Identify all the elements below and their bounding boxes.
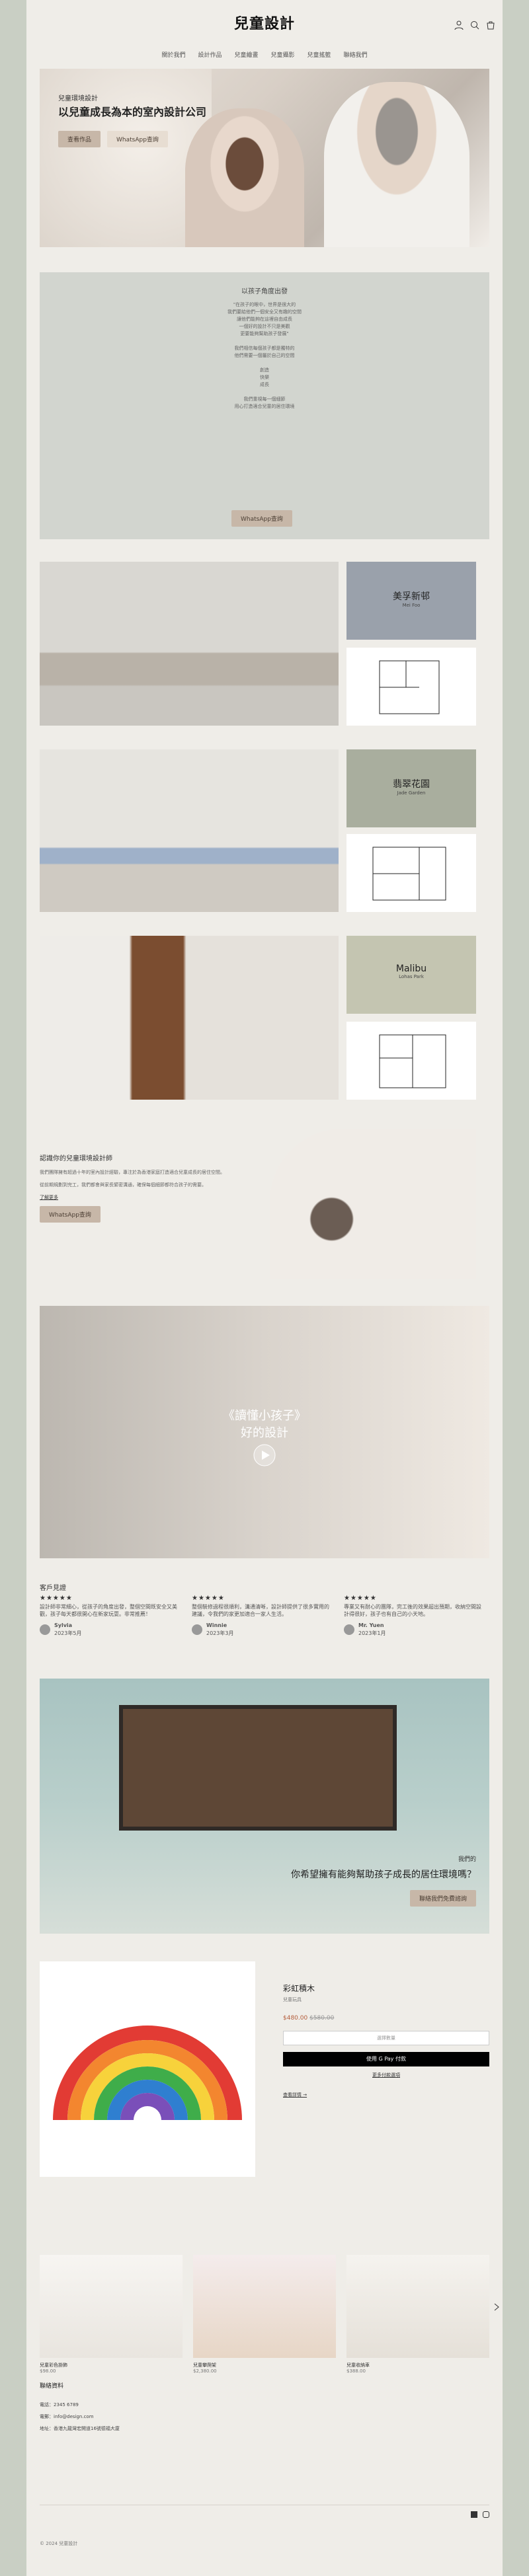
project-photo-3[interactable] [40, 936, 339, 1100]
learn-more-link[interactable]: 了解更多 [40, 1194, 251, 1201]
product-image [40, 1961, 255, 2177]
project-card-1[interactable]: 美孚新邨 Mei Foo [346, 562, 476, 640]
video-title: 《讀懂小孩子》 [223, 1409, 306, 1423]
project-photo-2[interactable] [40, 749, 339, 912]
project-sub: Lohas Park [399, 974, 424, 979]
hero-title: 以兒童成長為本的室內設計公司 [58, 106, 207, 118]
avatar [344, 1624, 354, 1635]
whatsapp-button[interactable]: WhatsApp查詢 [107, 131, 168, 147]
project-card-2[interactable]: 翡翠花園 Jade Garden [346, 749, 476, 827]
reviews-heading: 客戶見證 [40, 1585, 66, 1592]
product-category: 兒童玩具 [283, 1997, 302, 2002]
copyright: © 2024 兒童設計 [40, 2541, 78, 2546]
painting [119, 1705, 397, 1831]
hero-banner: 兒童環境設計 以兒童成長為本的室內設計公司 查看作品 WhatsApp查詢 [40, 69, 489, 247]
nav-item[interactable]: 兒童攝影 [271, 50, 295, 59]
footer-email[interactable]: 電郵：info@design.com [40, 2411, 120, 2423]
designer-photo [270, 1129, 476, 1279]
review-card: ★★★★★ 設計師非常細心，從孩子的角度出發，整個空間既安全又美觀，孩子每天都很… [40, 1595, 177, 1636]
product-price: $480.00 [283, 2015, 308, 2022]
related-product[interactable]: 兒童攀爬架 $2,380.00 [193, 2255, 336, 2374]
floorplan-2 [346, 834, 476, 912]
rainbow-illustration [53, 2026, 242, 2120]
gpay-button[interactable]: 使用 G Pay 付款 [283, 2052, 489, 2066]
avatar [40, 1624, 50, 1635]
product-title: 彩虹積木 [283, 1984, 315, 1993]
chevron-right-icon[interactable] [493, 2302, 500, 2312]
facebook-icon[interactable] [471, 2511, 477, 2518]
video-subtitle: 好的設計 [241, 1426, 288, 1440]
banner-contact-button[interactable]: 聯絡我們免費諮詢 [409, 1890, 476, 1907]
footer-heading: 聯絡資料 [40, 2383, 64, 2390]
product-info: 彩虹積木 兒童玩具 $480.00 $580.00 選擇數量 使用 G Pay … [283, 1983, 489, 2098]
more-payment-link[interactable]: 更多付款選項 [283, 2072, 489, 2078]
project-card-3[interactable]: Malibu Lohas Park [346, 936, 476, 1014]
project-name: 美孚新邨 [393, 591, 430, 602]
philosophy-heading: 以孩子角度出發 [241, 288, 288, 295]
project-name: 翡翠花園 [393, 779, 430, 790]
footer-phone[interactable]: 電話：2345 6789 [40, 2399, 120, 2411]
rating-stars: ★★★★★ [192, 1595, 225, 1602]
project-sub: Jade Garden [397, 790, 426, 796]
cta-banner: 我們的 你希望擁有能夠幫助孩子成長的居住環境嗎？ 聯絡我們免費諮詢 [40, 1679, 489, 1934]
review-card: ★★★★★ 專業又有耐心的團隊，完工後的效果超出預期，收納空間設計得很好，孩子也… [344, 1595, 481, 1636]
designer-text: 從前期規劃到完工，我們都會與家長緊密溝通，確保每個細節都符合孩子的需要。 [40, 1182, 206, 1188]
related-image [40, 2255, 183, 2358]
philosophy-section: 以孩子角度出發 "在孩子的眼中，世界是很大的 我們要給他們一個安全又有趣的空間 讓他… [40, 272, 489, 539]
nav-item[interactable]: 兒童繪畫 [234, 50, 258, 59]
view-works-button[interactable]: 查看作品 [58, 131, 101, 147]
related-product[interactable]: 兒童收納車 $388.00 [346, 2255, 489, 2374]
header: 兒童設計 關於我們 設計作品 兒童繪畫 兒童攝影 兒童搖籃 聯絡我們 [26, 0, 503, 63]
rating-stars: ★★★★★ [40, 1595, 73, 1602]
product-old-price: $580.00 [309, 2015, 335, 2022]
nav-item[interactable]: 設計作品 [198, 50, 222, 59]
project-name: Malibu [395, 964, 427, 974]
nav-item[interactable]: 關於我們 [161, 50, 185, 59]
philosophy-whatsapp-button[interactable]: WhatsApp查詢 [231, 510, 292, 527]
hero-person-man [324, 82, 469, 247]
page: 兒童設計 關於我們 設計作品 兒童繪畫 兒童攝影 兒童搖籃 聯絡我們 兒童環境設… [26, 0, 503, 2576]
banner-question: 你希望擁有能夠幫助孩子成長的居住環境嗎？ [291, 1870, 476, 1880]
avatar [192, 1624, 202, 1635]
footer-address: 地址：香港九龍灣宏開道16號德福大廈 [40, 2426, 120, 2431]
main-nav: 關於我們 設計作品 兒童繪畫 兒童攝影 兒童搖籃 聯絡我們 [26, 50, 503, 59]
project-sub: Mei Foo [402, 603, 421, 608]
play-icon[interactable] [253, 1443, 276, 1467]
banner-small: 我們的 [458, 1856, 476, 1863]
hero-subtitle: 兒童環境設計 [58, 95, 98, 102]
cart-icon[interactable] [485, 20, 496, 30]
instagram-icon[interactable] [483, 2511, 489, 2518]
project-photo-1[interactable] [40, 562, 339, 726]
designer-text: 我們團隊擁有超過十年的室內設計經驗，專注於為香港家庭打造適合兒童成長的居住空間。 [40, 1170, 225, 1175]
floorplan-1 [346, 648, 476, 726]
footer: 聯絡資料 電話：2345 6789 電郵：info@design.com 地址：… [40, 2380, 120, 2435]
search-icon[interactable] [469, 20, 480, 30]
nav-item[interactable]: 兒童搖籃 [307, 50, 331, 59]
nav-item[interactable]: 聯絡我們 [344, 50, 368, 59]
designer-whatsapp-button[interactable]: WhatsApp查詢 [40, 1206, 101, 1223]
quantity-selector[interactable]: 選擇數量 [283, 2031, 489, 2045]
related-image [193, 2255, 336, 2358]
philosophy-text: "在孩子的眼中，世界是很大的 我們要給他們一個安全又有趣的空間 讓他們能夠在這裡自由… [227, 302, 302, 409]
rating-stars: ★★★★★ [344, 1595, 377, 1602]
designer-intro: 認識你的兒童環境設計師 我們團隊擁有超過十年的室內設計經驗，專注於為香港家庭打造… [40, 1153, 251, 1223]
floorplan-3 [346, 1022, 476, 1100]
video-section[interactable]: 《讀懂小孩子》 好的設計 [40, 1306, 489, 1558]
hero-person-woman [185, 108, 304, 247]
designer-title: 認識你的兒童環境設計師 [40, 1155, 112, 1162]
logo[interactable]: 兒童設計 [26, 12, 503, 33]
related-product[interactable]: 兒童彩色掛飾 $98.00 [40, 2255, 183, 2374]
review-card: ★★★★★ 整個裝修過程很順利，溝通清晰，設計師提供了很多實用的建議，令我們的家… [192, 1595, 329, 1636]
view-details-link[interactable]: 查看詳情 → [283, 2092, 489, 2098]
account-icon[interactable] [454, 20, 464, 30]
related-image [346, 2255, 489, 2358]
